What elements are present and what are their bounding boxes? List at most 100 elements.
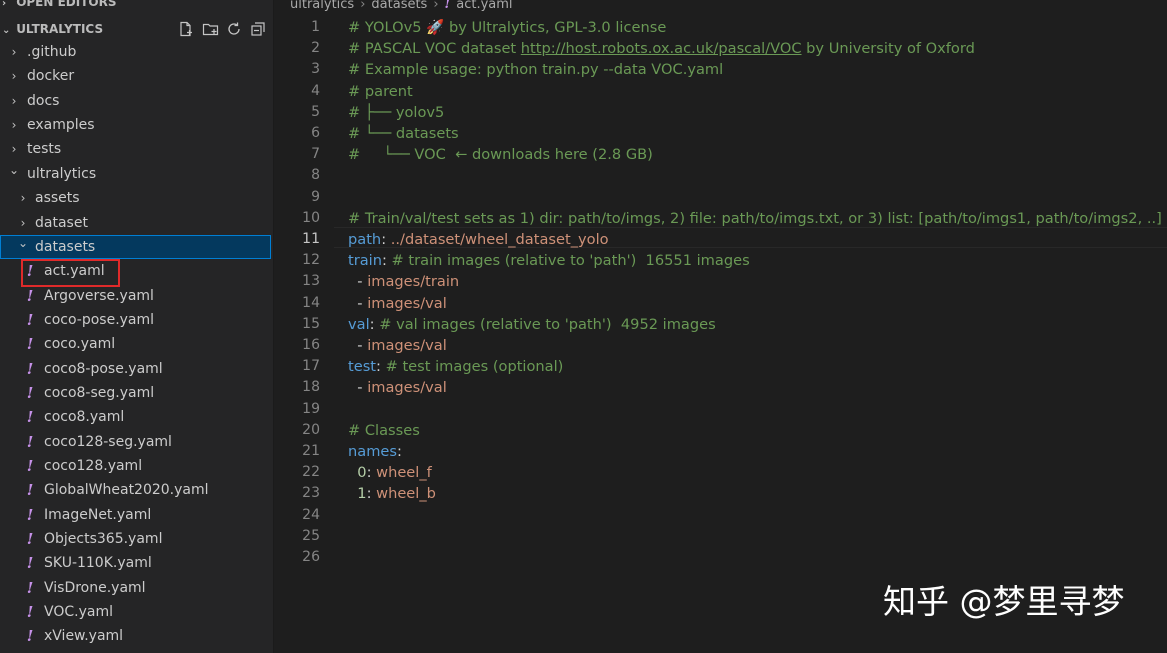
code-token: :: [397, 443, 402, 460]
file-item[interactable]: ! coco128.yaml: [0, 454, 271, 478]
code-line[interactable]: # YOLOv5 🚀 by Ultralytics, GPL-3.0 licen…: [348, 17, 666, 38]
line-number: 14: [302, 294, 320, 311]
code-token: # train images (relative to 'path') 1655…: [391, 252, 750, 270]
code-token: :: [366, 464, 377, 482]
line-number: 3: [311, 61, 320, 78]
code-token: # └── datasets: [348, 125, 459, 142]
folder-item[interactable]: ⌄ datasets: [0, 234, 271, 259]
breadcrumb-item[interactable]: ultralytics: [290, 0, 354, 12]
code-token: images/val: [367, 337, 447, 354]
code-line[interactable]: # PASCAL VOC dataset http://host.robots.…: [348, 38, 975, 59]
file-item[interactable]: ! coco8-pose.yaml: [0, 357, 271, 381]
tree-item-label: assets: [35, 190, 80, 207]
open-editors-header[interactable]: › OPEN EDITORS: [0, 0, 273, 10]
code-line[interactable]: - images/val: [348, 293, 447, 314]
chevron-right-icon: ›: [11, 45, 17, 59]
code-link[interactable]: http://host.robots.ox.ac.uk/pascal/VOC: [521, 40, 802, 57]
code-line[interactable]: val: # val images (relative to 'path') 4…: [348, 314, 716, 335]
code-token: names: [348, 443, 397, 460]
collapse-all-icon[interactable]: [249, 20, 267, 38]
code-token: images/train: [367, 273, 460, 291]
code-line[interactable]: 0: wheel_f: [348, 462, 432, 483]
tree-item-label: dataset: [35, 214, 88, 231]
line-number: 18: [302, 379, 320, 396]
file-item[interactable]: ! GlobalWheat2020.yaml: [0, 478, 271, 502]
yaml-file-icon: !: [444, 0, 451, 12]
yaml-file-icon: !: [26, 554, 34, 573]
code-token: # PASCAL VOC dataset: [348, 40, 521, 58]
code-token: -: [348, 294, 368, 312]
chevron-right-icon: ›: [11, 142, 17, 157]
tree-item-label: coco128-seg.yaml: [44, 433, 172, 450]
code-line[interactable]: - images/train: [348, 271, 459, 292]
code-line[interactable]: # ├── yolov5: [348, 102, 444, 123]
yaml-file-icon: !: [26, 383, 34, 402]
code-line[interactable]: test: # test images (optional): [348, 356, 563, 377]
tree-item-label: Argoverse.yaml: [44, 287, 154, 304]
file-item[interactable]: ! coco128-seg.yaml: [0, 430, 271, 454]
code-line[interactable]: 1: wheel_b: [348, 483, 436, 504]
yaml-file-icon: !: [26, 530, 34, 548]
code-line[interactable]: # Classes: [348, 420, 420, 441]
code-line[interactable]: names:: [348, 441, 402, 462]
new-folder-icon[interactable]: [201, 20, 219, 38]
yaml-file-icon: !: [26, 359, 34, 378]
tree-item-label: coco128.yaml: [44, 458, 143, 474]
project-title: ULTRALYTICS: [16, 22, 104, 36]
file-item[interactable]: ! ImageNet.yaml: [0, 503, 271, 527]
code-editor[interactable]: ultralytics › datasets ›! act.yaml 123456789…: [274, 0, 1167, 653]
code-token: :: [376, 358, 386, 376]
file-item[interactable]: ! SKU-110K.yaml: [0, 551, 271, 575]
code-token: :: [366, 485, 377, 503]
code-token: :: [381, 231, 391, 248]
line-number: 24: [302, 506, 320, 523]
refresh-icon[interactable]: [225, 20, 243, 38]
line-number: 17: [302, 358, 320, 375]
breadcrumb-item[interactable]: datasets: [371, 0, 427, 12]
code-line[interactable]: # └── VOC ← downloads here (2.8 GB): [348, 144, 653, 165]
tree-item-label: .github: [27, 44, 77, 60]
yaml-file-icon: !: [26, 627, 34, 646]
new-file-icon[interactable]: [177, 20, 195, 38]
tree-item-label: coco.yaml: [44, 336, 116, 353]
file-item[interactable]: ! VisDrone.yaml: [0, 576, 271, 600]
folder-item[interactable]: › tests: [0, 137, 271, 161]
code-token: -: [348, 337, 368, 354]
code-line[interactable]: # parent: [348, 81, 413, 102]
code-line[interactable]: - images/val: [348, 377, 447, 398]
chevron-right-icon: ›: [20, 215, 26, 230]
folder-item[interactable]: › assets: [0, 186, 271, 210]
file-item[interactable]: ! VOC.yaml: [0, 600, 271, 624]
code-line[interactable]: # Train/val/test sets as 1) dir: path/to…: [348, 208, 1162, 229]
folder-item[interactable]: › docker: [0, 64, 271, 88]
code-line[interactable]: path: ../dataset/wheel_dataset_yolo: [348, 229, 609, 250]
folder-item[interactable]: › docs: [0, 89, 271, 113]
folder-item[interactable]: › examples: [0, 113, 271, 137]
code-token: # ├── yolov5: [348, 103, 445, 121]
file-item[interactable]: ! Objects365.yaml: [0, 527, 271, 551]
code-token: 0: [357, 464, 367, 482]
breadcrumb-item[interactable]: act.yaml: [456, 0, 512, 12]
code-line[interactable]: # └── datasets: [348, 123, 459, 144]
chevron-right-icon: ›: [11, 69, 17, 84]
folder-item[interactable]: ⌄ ultralytics: [0, 162, 271, 186]
tree-item-label: datasets: [35, 238, 96, 255]
yaml-file-icon: !: [26, 578, 34, 597]
file-item[interactable]: ! Argoverse.yaml: [0, 284, 271, 308]
code-token: :: [369, 315, 380, 333]
line-number: 7: [311, 146, 320, 163]
folder-item[interactable]: › .github: [0, 40, 271, 64]
file-item[interactable]: ! coco.yaml: [0, 332, 271, 356]
file-item[interactable]: ! coco8-seg.yaml: [0, 381, 271, 405]
code-line[interactable]: - images/val: [348, 335, 447, 356]
code-line[interactable]: # Example usage: python train.py --data …: [348, 59, 723, 80]
code-token: path: [348, 231, 382, 248]
file-item[interactable]: ! coco-pose.yaml: [0, 308, 271, 332]
code-token: -: [348, 379, 368, 397]
file-item[interactable]: ! xView.yaml: [0, 624, 271, 648]
file-item[interactable]: ! coco8.yaml: [0, 405, 271, 429]
folder-item[interactable]: › dataset: [0, 211, 271, 235]
code-line[interactable]: train: # train images (relative to 'path…: [348, 250, 750, 271]
project-header[interactable]: ⌄ ULTRALYTICS: [0, 18, 273, 40]
